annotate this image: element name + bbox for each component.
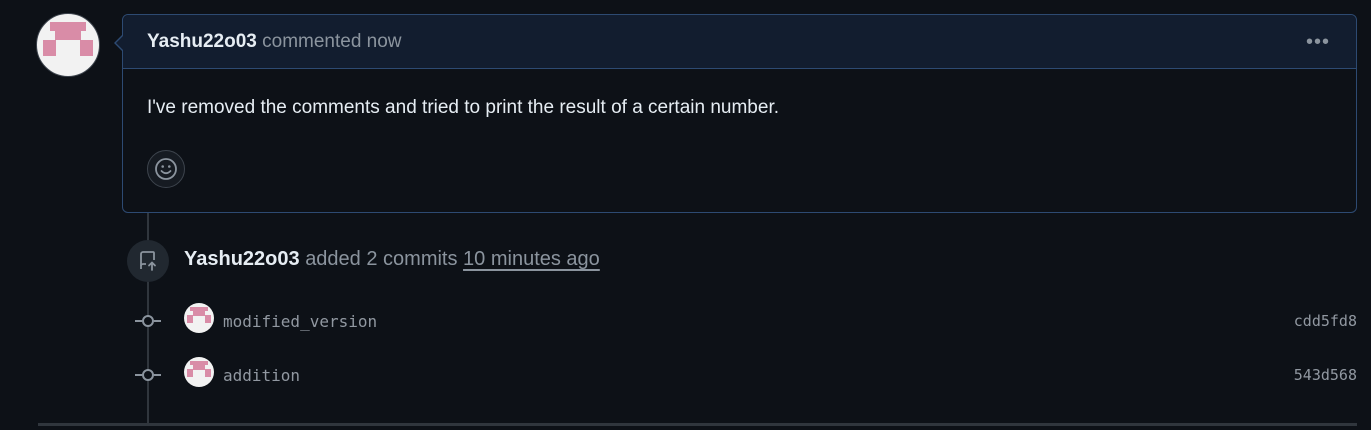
commit-author-avatar[interactable] [184, 357, 214, 387]
add-reaction-button[interactable] [147, 150, 185, 188]
comment-header: Yashu22o03 commented now [123, 15, 1356, 69]
comment-box: Yashu22o03 commented now ••• I've remove… [114, 14, 1357, 213]
pr-timeline: Yashu22o03 commented now ••• I've remove… [0, 0, 1371, 430]
commit-event-text: Yashu22o03 added 2 commits 10 minutes ag… [184, 248, 600, 271]
commit-message[interactable]: addition [223, 366, 300, 385]
kebab-horizontal-icon[interactable]: ••• [1306, 30, 1330, 54]
commit-row: addition 543d568 [134, 357, 1357, 390]
commit-event-action: added 2 commits [305, 248, 458, 270]
commit-message[interactable]: modified_version [223, 312, 377, 331]
commit-event-author[interactable]: Yashu22o03 [184, 248, 300, 270]
smiley-icon [155, 158, 177, 180]
commit-author-avatar[interactable] [184, 303, 214, 333]
git-commit-icon [135, 315, 161, 327]
identicon-avatar [184, 303, 214, 333]
identicon-avatar [37, 14, 99, 76]
comment-action-text: commented now [262, 30, 402, 52]
divider [38, 423, 1357, 426]
repo-push-icon [127, 240, 169, 282]
commit-row: modified_version cdd5fd8 [134, 303, 1357, 336]
comment-author-avatar[interactable] [36, 13, 100, 77]
identicon-avatar [184, 357, 214, 387]
comment-body: I've removed the comments and tried to p… [147, 97, 780, 118]
commit-sha[interactable]: 543d568 [1294, 366, 1357, 384]
commit-event-time[interactable]: 10 minutes ago [463, 248, 600, 270]
git-commit-icon [135, 369, 161, 381]
commit-sha[interactable]: cdd5fd8 [1294, 312, 1357, 330]
comment-author-link[interactable]: Yashu22o03 [147, 31, 257, 53]
